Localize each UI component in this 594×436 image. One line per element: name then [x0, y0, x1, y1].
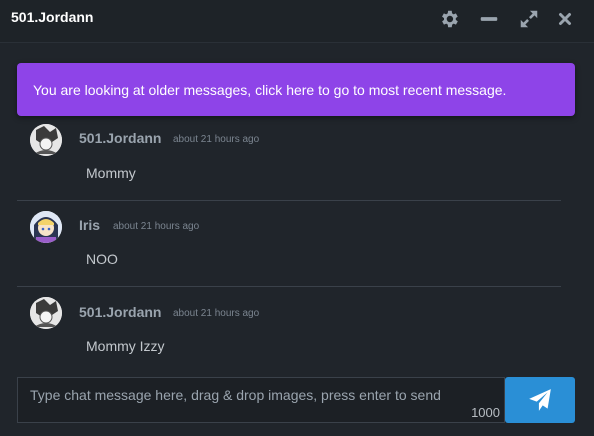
gear-icon[interactable] — [438, 8, 460, 30]
notice-text: You are looking at older messages, click… — [33, 82, 507, 98]
message-timestamp: about 21 hours ago — [173, 134, 260, 145]
chat-title: 501.Jordann — [11, 9, 94, 25]
chat-header: 501.Jordann — [0, 0, 594, 43]
message-item: Iris about 21 hours ago NOO — [17, 200, 561, 287]
older-messages-notice[interactable]: You are looking at older messages, click… — [17, 63, 575, 116]
message-text: Mommy — [86, 165, 136, 181]
message-item: 501.Jordann about 21 hours ago Mommy Izz… — [17, 287, 561, 373]
minimize-icon[interactable] — [478, 8, 500, 30]
message-timestamp: about 21 hours ago — [173, 308, 260, 319]
character-counter: 1000 — [471, 405, 500, 420]
message-author[interactable]: Iris — [79, 217, 100, 233]
avatar-jordann[interactable] — [30, 297, 62, 329]
send-button[interactable] — [505, 377, 575, 423]
message-text: NOO — [86, 251, 118, 267]
message-text: Mommy Izzy — [86, 338, 165, 354]
paper-plane-icon — [529, 389, 551, 411]
chat-message-input[interactable] — [18, 378, 504, 422]
close-icon[interactable] — [556, 10, 574, 28]
message-author[interactable]: 501.Jordann — [79, 304, 161, 320]
expand-icon[interactable] — [518, 8, 540, 30]
go-to-recent-link[interactable]: here — [286, 82, 314, 98]
chat-composer: 1000 — [17, 377, 505, 423]
message-timestamp: about 21 hours ago — [113, 221, 200, 232]
message-item: 501.Jordann about 21 hours ago Mommy — [17, 114, 561, 201]
message-author[interactable]: 501.Jordann — [79, 130, 161, 146]
avatar-iris[interactable] — [30, 211, 62, 243]
avatar-jordann[interactable] — [30, 124, 62, 156]
